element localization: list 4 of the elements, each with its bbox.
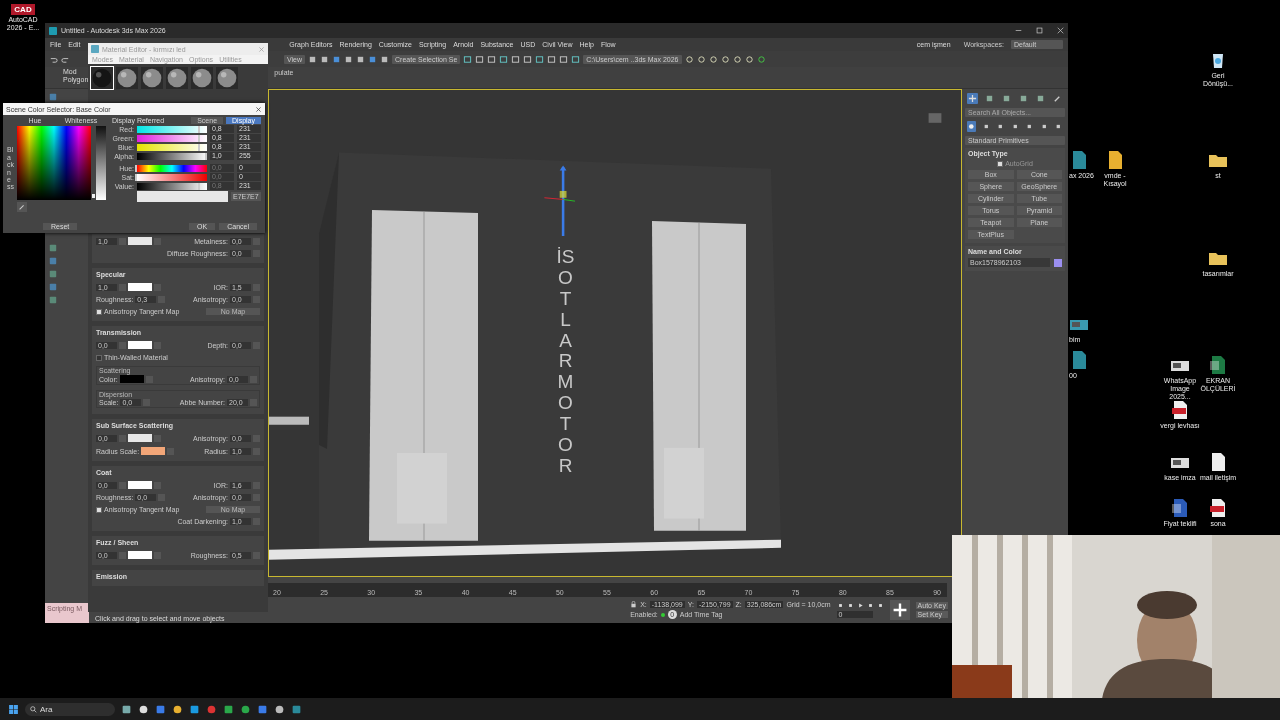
search-field[interactable]: Ara: [25, 702, 115, 716]
sign-lettering: İSOTLARMOTOR: [556, 247, 575, 477]
app-badge-icon[interactable]: CAD: [11, 4, 35, 15]
viewport[interactable]: İSOTLARMOTOR: [268, 89, 962, 577]
